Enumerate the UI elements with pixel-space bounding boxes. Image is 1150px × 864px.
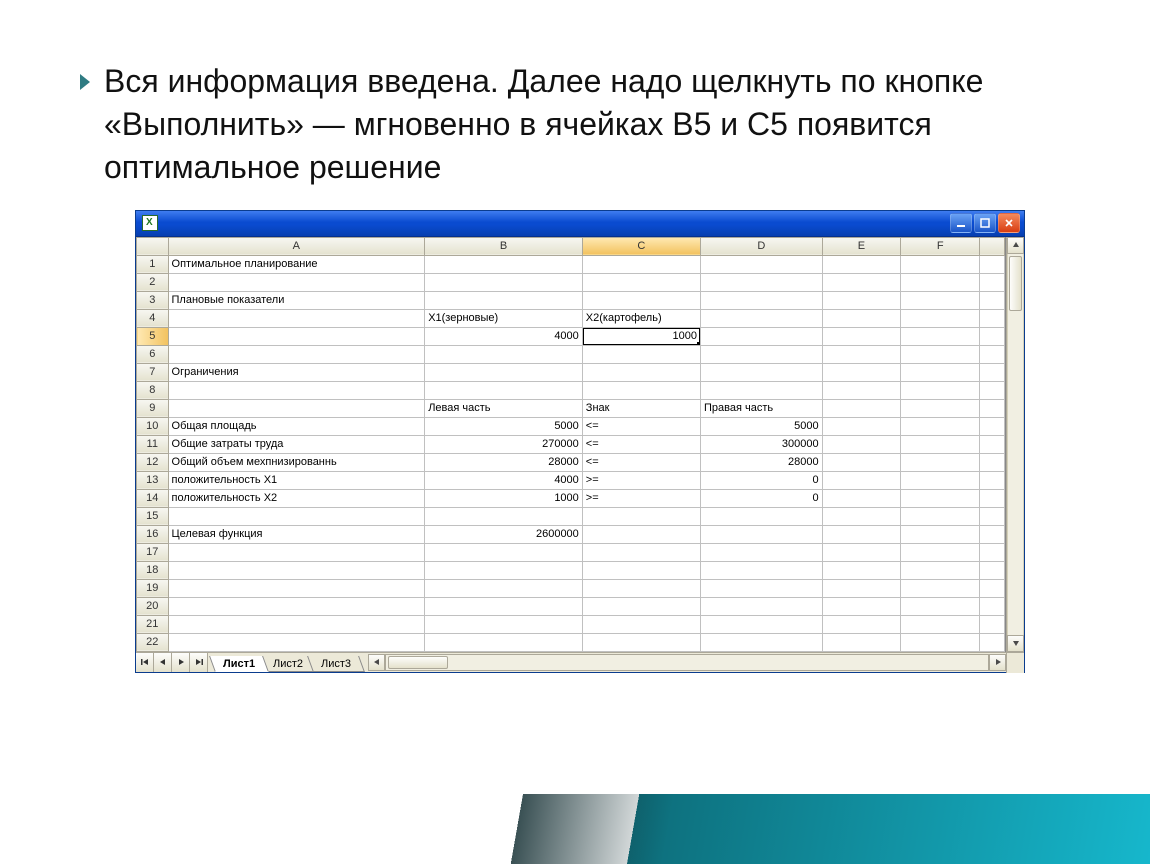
cell[interactable]: Плановые показатели [168, 291, 425, 309]
scroll-left-button[interactable] [368, 654, 385, 671]
cell[interactable]: положительность X1 [168, 471, 425, 489]
row-header[interactable]: 1 [137, 255, 169, 273]
cell[interactable]: Ограничения [168, 363, 425, 381]
cell[interactable]: Оптимальное планирование [168, 255, 425, 273]
resize-grip[interactable] [1006, 653, 1024, 673]
tab-nav-prev[interactable] [154, 653, 172, 672]
cell[interactable]: X1(зерновые) [425, 309, 583, 327]
cell[interactable]: 28000 [701, 453, 823, 471]
cell[interactable]: 4000 [425, 471, 583, 489]
cell[interactable]: 300000 [701, 435, 823, 453]
row-header[interactable]: 15 [137, 507, 169, 525]
horizontal-scrollbar[interactable] [368, 653, 1006, 672]
cell[interactable]: Знак [582, 399, 700, 417]
cell[interactable]: 28000 [425, 453, 583, 471]
scroll-down-button[interactable] [1007, 635, 1024, 652]
row-header[interactable]: 6 [137, 345, 169, 363]
cell[interactable]: >= [582, 489, 700, 507]
row-header[interactable]: 4 [137, 309, 169, 327]
tab-nav-first[interactable] [136, 653, 154, 672]
col-header-extra[interactable] [980, 237, 1005, 255]
scroll-right-button[interactable] [989, 654, 1006, 671]
maximize-button[interactable] [974, 213, 996, 233]
cell[interactable]: 1000 [425, 489, 583, 507]
cell[interactable]: 4000 [425, 327, 583, 345]
cell[interactable]: 2600000 [425, 525, 583, 543]
scroll-up-button[interactable] [1007, 237, 1024, 254]
col-header-D[interactable]: D [701, 237, 823, 255]
sheet-tab[interactable]: Лист1 [209, 656, 269, 672]
sheet-tab[interactable]: Лист3 [307, 656, 365, 672]
cell[interactable]: >= [582, 471, 700, 489]
cell[interactable]: Левая часть [425, 399, 583, 417]
row-header[interactable]: 11 [137, 435, 169, 453]
titlebar[interactable] [136, 211, 1024, 237]
row-header[interactable]: 5 [137, 327, 169, 345]
tab-nav-next[interactable] [172, 653, 190, 672]
col-header-C[interactable]: C [582, 237, 700, 255]
cell[interactable]: Общий объем мехпнизированнь [168, 453, 425, 471]
bullet-arrow-icon [80, 74, 90, 90]
cell[interactable]: 0 [701, 489, 823, 507]
row-header[interactable]: 16 [137, 525, 169, 543]
cell[interactable]: 270000 [425, 435, 583, 453]
cell[interactable]: 0 [701, 471, 823, 489]
cell[interactable]: Правая часть [701, 399, 823, 417]
cell[interactable]: X2(картофель) [582, 309, 700, 327]
row-header[interactable]: 7 [137, 363, 169, 381]
scroll-thumb[interactable] [1009, 256, 1022, 311]
row-header[interactable]: 8 [137, 381, 169, 399]
cell-active[interactable]: 1000 [582, 327, 700, 345]
tab-nav-last[interactable] [190, 653, 208, 672]
excel-app-icon [142, 215, 158, 231]
row-header[interactable]: 19 [137, 579, 169, 597]
cell[interactable]: 5000 [701, 417, 823, 435]
select-all-corner[interactable] [137, 237, 169, 255]
cell[interactable]: <= [582, 417, 700, 435]
row-header[interactable]: 18 [137, 561, 169, 579]
col-header-E[interactable]: E [822, 237, 901, 255]
cell[interactable]: Целевая функция [168, 525, 425, 543]
row-header[interactable]: 3 [137, 291, 169, 309]
cell[interactable]: 5000 [425, 417, 583, 435]
col-header-B[interactable]: B [425, 237, 583, 255]
row-header[interactable]: 21 [137, 615, 169, 633]
scroll-thumb[interactable] [388, 656, 448, 669]
minimize-button[interactable] [950, 213, 972, 233]
row-header[interactable]: 17 [137, 543, 169, 561]
slide-decor [0, 794, 1150, 864]
sheet-tab-nav [136, 653, 208, 672]
row-header[interactable]: 20 [137, 597, 169, 615]
row-header[interactable]: 2 [137, 273, 169, 291]
bullet-text: Вся информация введена. Далее надо щелкн… [104, 60, 1004, 190]
vertical-scrollbar[interactable] [1006, 237, 1024, 652]
excel-window: A B C D E F 1 Оптимальное планирование 2 [135, 210, 1025, 673]
cell[interactable]: <= [582, 435, 700, 453]
cell[interactable]: Общая площадь [168, 417, 425, 435]
row-header[interactable]: 13 [137, 471, 169, 489]
row-header[interactable]: 14 [137, 489, 169, 507]
row-header[interactable]: 10 [137, 417, 169, 435]
bullet-item: Вся информация введена. Далее надо щелкн… [80, 60, 1070, 190]
row-header[interactable]: 12 [137, 453, 169, 471]
col-header-A[interactable]: A [168, 237, 425, 255]
cell[interactable]: <= [582, 453, 700, 471]
spreadsheet-grid[interactable]: A B C D E F 1 Оптимальное планирование 2 [136, 237, 1006, 652]
close-button[interactable] [998, 213, 1020, 233]
row-header[interactable]: 22 [137, 633, 169, 651]
cell[interactable]: Общие затраты труда [168, 435, 425, 453]
col-header-F[interactable]: F [901, 237, 980, 255]
row-header[interactable]: 9 [137, 399, 169, 417]
cell[interactable]: положительность X2 [168, 489, 425, 507]
